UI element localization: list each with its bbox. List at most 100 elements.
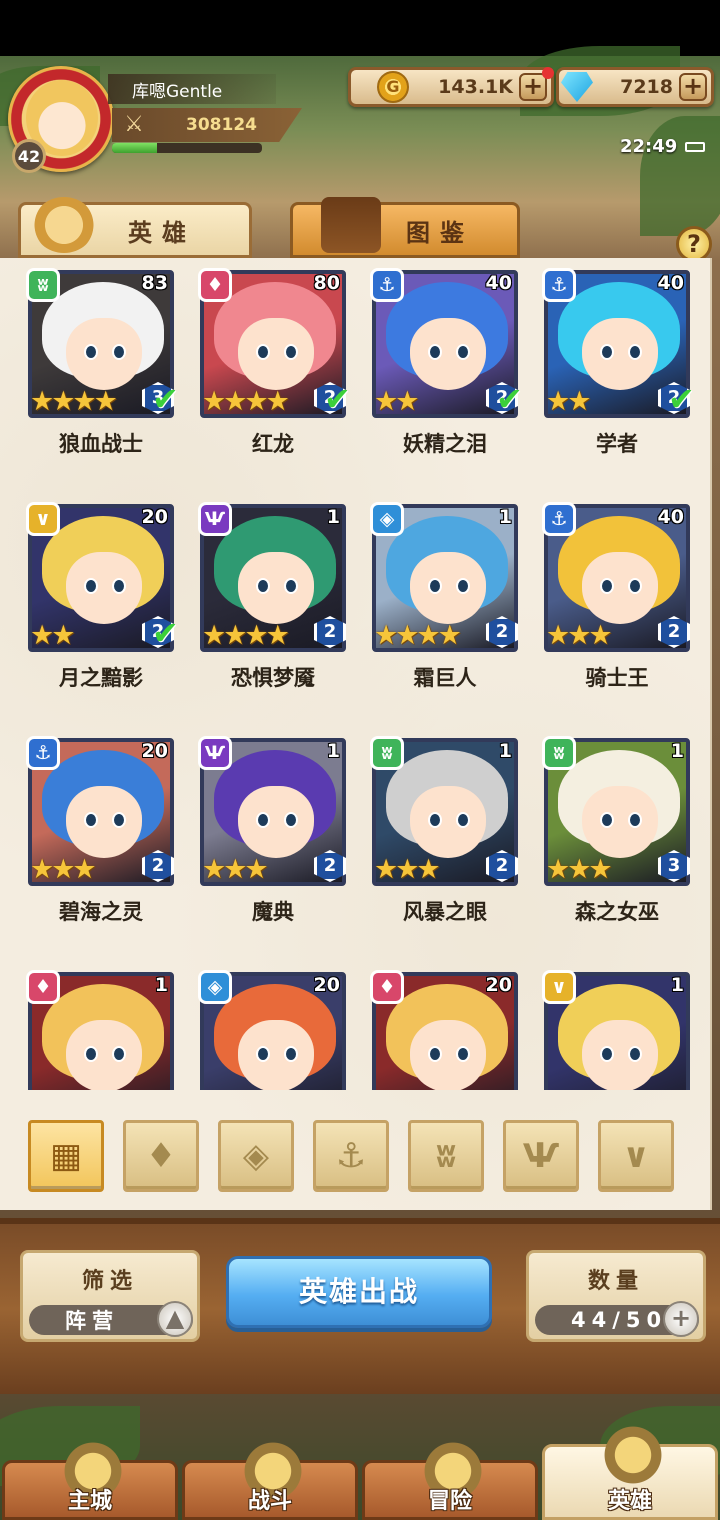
hero-level: 1 [326,506,340,528]
hero-eye [600,1046,614,1062]
filter-ice-button[interactable]: ◈ [218,1120,294,1192]
hero-face [66,318,142,390]
star-rating: ★★★ [374,854,441,885]
gem-value: 7218 [620,76,673,98]
hero-card[interactable]: ◈ 1 ★★★★ 2 [370,502,518,652]
hero-eye [84,1046,98,1062]
tab-heroes-label: 英雄 [128,218,196,247]
faction-dark-icon: Ѱ [198,736,232,770]
leaf-decoration [640,116,720,236]
filter-dark-button[interactable]: Ѱ [503,1120,579,1192]
hero-face [410,1020,486,1090]
hero-eye [112,812,126,828]
star-rating: ★★★ [202,854,269,885]
hero-eye [600,344,614,360]
player-name: 库嗯Gentle [108,74,276,104]
hero-name: 学者 [596,432,638,456]
star-rating: ★★★★ [202,386,290,417]
hero-face [410,786,486,858]
help-button[interactable]: ? [676,226,712,262]
hero-card[interactable]: ⚓ 40 ★★ 2 ✔ [370,268,523,418]
hero-eye [428,344,442,360]
hero-card[interactable]: ʬ 1 ★★★ 3 [542,736,690,886]
hero-face [410,552,486,624]
faction-beast-icon: ʬ [542,736,576,770]
tab-heroes[interactable]: 英雄 [18,197,252,258]
filter-water-button[interactable]: ⚓ [313,1120,389,1192]
nav-crossed-swords[interactable]: 战斗 [182,1439,358,1520]
hero-level: 1 [326,740,340,762]
hero-card[interactable]: ʬ 83 ★★★★ 3 ✔ [26,268,179,418]
hero-name: 狼血战士 [59,432,143,456]
hero-eye [284,578,298,594]
faction-water-icon: ⚓ [542,502,576,536]
filter-water-icon: ⚓ [335,1136,367,1176]
hero-name: 魔典 [252,900,294,924]
gold-coin-icon: G [377,71,409,103]
nav-scroll-map[interactable]: 冒险 [362,1439,538,1520]
hero-eye [256,344,270,360]
count-box: 数量 44/50 + [526,1250,706,1342]
faction-ice-icon: ◈ [198,970,232,1004]
filter-toggle-button[interactable]: ▲ [157,1301,193,1337]
hero-eye [600,812,614,828]
hero-level: 20 [141,740,168,762]
faction-ice-icon: ◈ [370,502,404,536]
hero-level: 40 [657,506,684,528]
hero-card[interactable]: ⚓ 40 ★★ 2 ✔ [542,268,695,418]
hero-card[interactable]: Ѱ 1 ★★★★ 2 [198,502,346,652]
faction-fire-icon: ♦ [198,268,232,302]
hero-eye [84,578,98,594]
hero-face [66,552,142,624]
filter-light-button[interactable]: ∨ [598,1120,674,1192]
hero-card[interactable]: ♦ 80 ★★★★ 2 ✔ [198,268,351,418]
star-rating: ★★ [546,386,591,417]
hero-level: 40 [485,272,512,294]
hero-name: 恐惧梦魇 [231,666,315,690]
filter-ice-icon: ◈ [242,1136,270,1176]
checkmark-icon: ✔ [324,380,351,418]
hero-face [582,552,658,624]
hero-name: 妖精之泪 [403,432,487,456]
gold-value: 143.1K [438,76,513,98]
filter-box: 筛选 阵营 ▲ [20,1250,200,1342]
filter-all-button[interactable]: ▦ [28,1120,104,1192]
hero-eye [112,1046,126,1062]
hero-card[interactable]: ⚓ 20 ★★★ 2 [26,736,174,886]
hero-card[interactable]: Ѱ 1 ★★★ 2 [198,736,346,886]
deploy-heroes-button[interactable]: 英雄出战 [226,1256,492,1328]
hero-face [238,1020,314,1090]
hero-level: 83 [141,272,168,294]
filter-beast-button[interactable]: ʬ [408,1120,484,1192]
hero-eye [456,1046,470,1062]
hero-face [410,318,486,390]
hero-card[interactable]: ◈ 20 [198,970,346,1090]
hero-level: 80 [313,272,340,294]
nav-castle[interactable]: 主城 [2,1439,178,1520]
hero-card[interactable]: ⚓ 40 ★★★ 2 [542,502,690,652]
hero-card[interactable]: ♦ 20 [370,970,518,1090]
faction-dark-icon: Ѱ [198,502,232,536]
hero-eye [628,344,642,360]
faction-light-icon: ∨ [542,970,576,1004]
star-rating: ★★★★ [202,620,290,651]
hero-card[interactable]: ∨ 20 ★★ 2 ✔ [26,502,179,652]
expand-slots-button[interactable]: + [663,1301,699,1337]
star-rating: ★★ [374,386,419,417]
hero-level: 20 [141,506,168,528]
tab-compendium[interactable]: 图鉴 [290,197,520,258]
hero-name: 月之黯影 [59,666,143,690]
hero-card[interactable]: ʬ 1 ★★★ 2 [370,736,518,886]
nav-label: 主城 [67,1489,112,1514]
filter-fire-button[interactable]: ♦ [123,1120,199,1192]
star-rating: ★★★★ [374,620,462,651]
hero-eye [284,812,298,828]
faction-beast-icon: ʬ [370,736,404,770]
hero-card[interactable]: ♦ 1 [26,970,174,1090]
hero-grid[interactable]: ʬ 83 ★★★★ 3 ✔ 狼血战士 ♦ 80 ★★★★ 2 ✔ 红龙 ⚓ 40 ★★ 2 ✔ 妖精之泪 ⚓ 40 ★★… [0,262,712,1090]
add-gems-button[interactable]: + [679,73,707,101]
hero-eye [112,344,126,360]
hero-card[interactable]: ∨ 1 [542,970,690,1090]
nav-hero-crest[interactable]: 英雄 [542,1423,718,1520]
filter-dark-icon: Ѱ [522,1136,560,1176]
